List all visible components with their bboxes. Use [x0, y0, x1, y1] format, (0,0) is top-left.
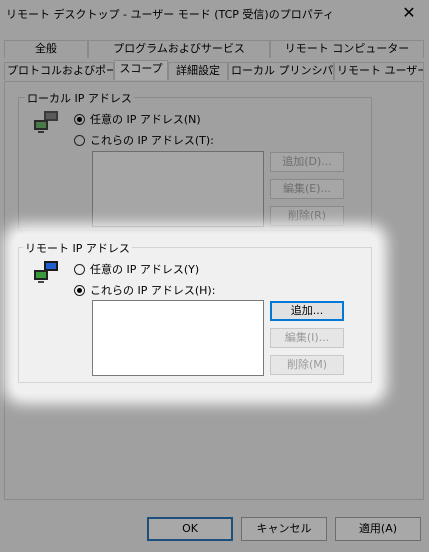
radio-indicator	[74, 113, 85, 125]
network-computers-icon	[34, 261, 58, 283]
local-these-ip-radio[interactable]: これらの IP アドレス(T):	[74, 132, 214, 148]
remote-add-button[interactable]: 追加...	[270, 301, 344, 321]
tab-remote-computers[interactable]: リモート コンピューター	[270, 40, 424, 58]
local-these-ip-label: これらの IP アドレス(T):	[90, 134, 214, 147]
tab-remote-users[interactable]: リモート ユーザー	[334, 62, 424, 80]
local-add-button[interactable]: 追加(D)...	[270, 152, 344, 172]
local-remove-button[interactable]: 削除(R)	[270, 206, 344, 226]
tab-row-1: 全般 プログラムおよびサービス リモート コンピューター	[4, 40, 424, 58]
remote-ip-legend: リモート IP アドレス	[23, 240, 132, 256]
remote-these-ip-label: これらの IP アドレス(H):	[90, 284, 216, 297]
remote-edit-button[interactable]: 編集(I)...	[270, 328, 344, 348]
remote-ip-list[interactable]	[92, 300, 264, 376]
remote-remove-button[interactable]: 削除(M)	[270, 355, 344, 375]
apply-button[interactable]: 適用(A)	[335, 517, 421, 541]
network-computers-icon	[34, 111, 58, 133]
local-any-ip-radio[interactable]: 任意の IP アドレス(N)	[74, 111, 201, 127]
remote-these-ip-radio[interactable]: これらの IP アドレス(H):	[74, 282, 215, 298]
radio-indicator	[74, 263, 85, 275]
window-title: リモート デスクトップ - ユーザー モード (TCP 受信)のプロパティ	[6, 8, 335, 21]
local-any-ip-label: 任意の IP アドレス(N)	[90, 113, 201, 126]
remote-any-ip-label: 任意の IP アドレス(Y)	[90, 263, 200, 276]
tab-general[interactable]: 全般	[4, 40, 88, 58]
cancel-button[interactable]: キャンセル	[241, 517, 327, 541]
local-edit-button[interactable]: 編集(E)...	[270, 179, 344, 199]
ok-button[interactable]: OK	[147, 517, 233, 541]
local-ip-list[interactable]	[92, 151, 264, 227]
close-icon[interactable]: ✕	[397, 2, 421, 24]
radio-indicator	[74, 134, 85, 146]
remote-any-ip-radio[interactable]: 任意の IP アドレス(Y)	[74, 261, 199, 277]
tab-row-2: プロトコルおよびポート スコープ 詳細設定 ローカル プリンシパル リモート ユ…	[4, 60, 424, 80]
tab-advanced[interactable]: 詳細設定	[168, 62, 228, 80]
tab-scope[interactable]: スコープ	[114, 60, 168, 80]
tab-local-principals[interactable]: ローカル プリンシパル	[228, 62, 334, 80]
radio-indicator	[74, 284, 85, 296]
local-ip-legend: ローカル IP アドレス	[25, 90, 134, 106]
tab-programs-services[interactable]: プログラムおよびサービス	[88, 40, 270, 58]
tab-protocols-ports[interactable]: プロトコルおよびポート	[4, 62, 114, 80]
